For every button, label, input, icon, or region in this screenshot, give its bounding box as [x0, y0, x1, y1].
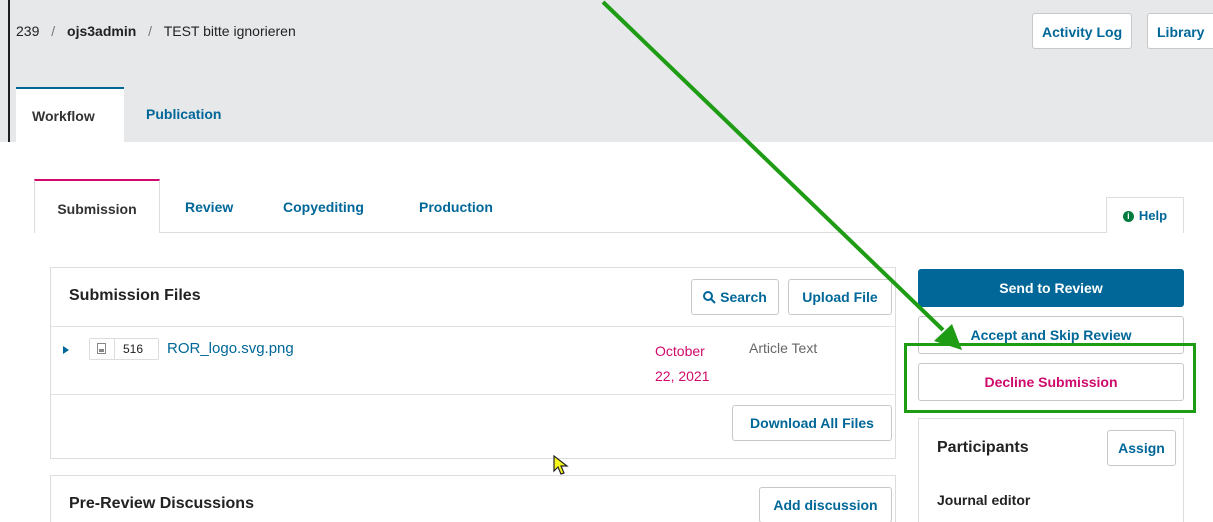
file-type: Article Text — [749, 340, 818, 356]
submission-files-panel: Submission Files Search Upload File 516 … — [50, 267, 896, 459]
breadcrumb-separator: / — [51, 23, 56, 39]
upload-file-button[interactable]: Upload File — [788, 279, 892, 315]
submission-id: 239 — [16, 23, 40, 39]
file-date: October 22, 2021 — [655, 343, 710, 384]
file-row[interactable]: 516 ROR_logo.svg.png October 22, 2021 Ar… — [51, 326, 895, 395]
file-badge: 516 — [89, 338, 159, 360]
divider — [114, 339, 115, 359]
tab-publication[interactable]: Publication — [146, 87, 221, 142]
discussions-panel: Pre-Review Discussions Add discussion — [50, 475, 896, 522]
tab-workflow[interactable]: Workflow — [16, 87, 124, 142]
participant-role: Journal editor — [937, 492, 1031, 508]
tab-review[interactable]: Review — [185, 179, 233, 233]
mouse-cursor-icon — [553, 455, 569, 475]
info-icon: i — [1122, 211, 1134, 223]
expand-icon[interactable] — [63, 346, 69, 354]
file-name-link[interactable]: ROR_logo.svg.png — [167, 340, 294, 357]
panel-title: Pre-Review Discussions — [69, 495, 254, 512]
send-to-review-button[interactable]: Send to Review — [918, 269, 1184, 307]
help-label: Help — [1138, 208, 1168, 223]
add-discussion-button[interactable]: Add discussion — [759, 487, 892, 522]
library-button[interactable]: Library — [1147, 13, 1213, 49]
search-icon — [703, 291, 716, 304]
participants-title: Participants — [937, 439, 1029, 456]
submission-author: ojs3admin — [67, 23, 137, 39]
panel-header: Submission Files Search Upload File — [51, 268, 895, 327]
tab-production[interactable]: Production — [419, 179, 493, 233]
file-image-icon — [97, 343, 106, 354]
breadcrumb: 239 / ojs3admin / TEST bitte ignorieren — [16, 23, 296, 39]
file-id: 516 — [123, 342, 144, 356]
assign-button[interactable]: Assign — [1107, 430, 1176, 466]
help-tab[interactable]: i Help — [1106, 197, 1184, 233]
workflow-page: 239 / ojs3admin / TEST bitte ignorieren … — [0, 0, 1213, 522]
activity-log-button[interactable]: Activity Log — [1032, 13, 1133, 49]
highlight-box — [904, 343, 1196, 413]
tab-copyediting[interactable]: Copyediting — [283, 179, 364, 233]
submission-title: TEST bitte ignorieren — [163, 23, 296, 39]
tab-submission[interactable]: Submission — [34, 179, 160, 233]
download-all-files-button[interactable]: Download All Files — [732, 405, 892, 441]
search-label: Search — [720, 289, 767, 305]
panel-title: Submission Files — [69, 287, 201, 304]
search-button[interactable]: Search — [691, 279, 779, 315]
participants-panel: Participants Assign Journal editor — [918, 418, 1184, 522]
divider — [8, 0, 10, 142]
breadcrumb-separator: / — [148, 23, 153, 39]
